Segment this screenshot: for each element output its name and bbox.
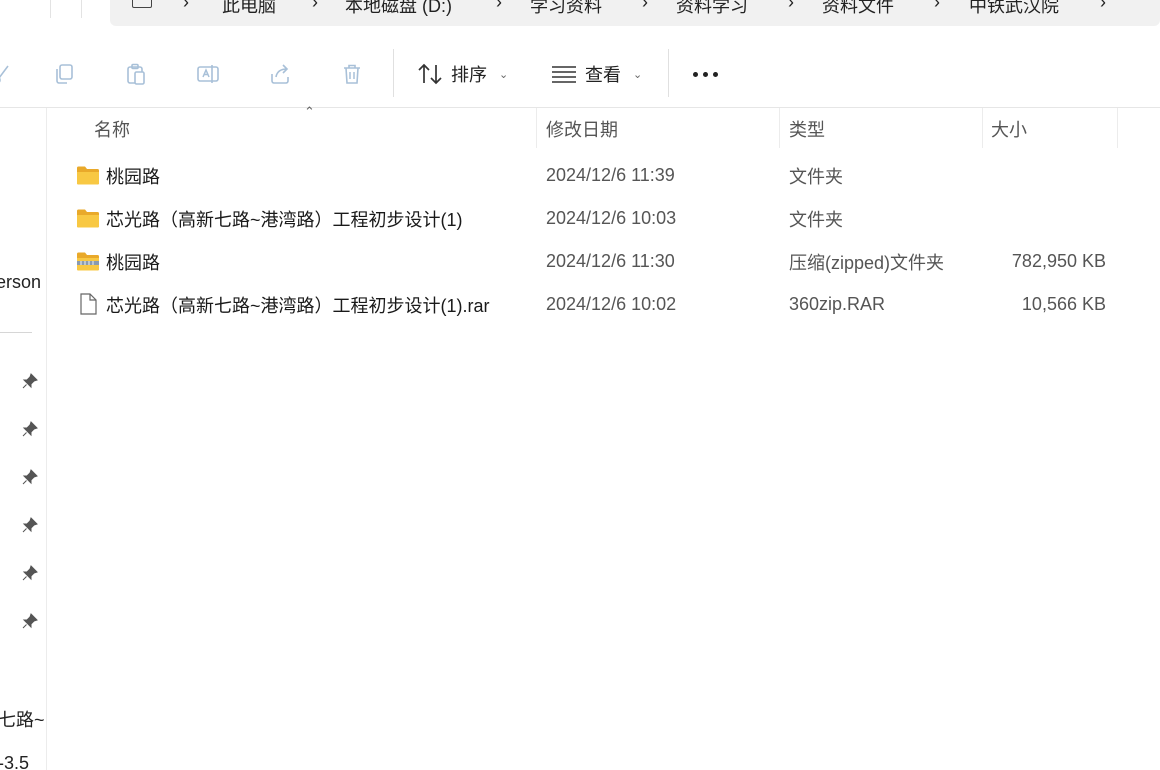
more-dot-icon — [703, 72, 708, 77]
file-size — [946, 154, 1106, 197]
file-size: 10,566 KB — [1021, 294, 1106, 314]
breadcrumb-chevron-icon[interactable]: › — [642, 0, 648, 13]
share-icon[interactable] — [268, 62, 292, 86]
chevron-down-icon: ⌄ — [499, 68, 509, 81]
zip-folder-icon — [77, 252, 99, 271]
toolbar-divider — [393, 49, 394, 97]
file-row[interactable]: 桃园路 2024/12/6 11:30 压缩(zipped)文件夹 782,95… — [60, 240, 1120, 283]
file-icon — [80, 293, 97, 315]
nav-item-label[interactable]: erson — [0, 272, 41, 293]
file-row[interactable]: 芯光路（高新七路~港湾路）工程初步设计(1).rar 2024/12/6 10:… — [60, 283, 1120, 326]
nav-divider — [0, 332, 32, 333]
sort-button[interactable]: 排序 ⌄ — [417, 51, 508, 97]
address-bar: › 此电脑 › 本地磁盘 (D:) › 学习资料 › 资料学习 › 资料文件 ›… — [0, 0, 1160, 36]
pin-icon[interactable] — [22, 421, 38, 437]
command-bar: 排序 ⌄ 查看 ⌄ — [0, 37, 1160, 108]
paste-icon[interactable] — [124, 62, 148, 86]
list-view-icon — [552, 66, 576, 83]
cut-icon[interactable] — [0, 62, 12, 86]
breadcrumb-item[interactable]: 本地磁盘 (D:) — [345, 0, 452, 18]
column-header-date[interactable]: 修改日期 — [546, 110, 618, 148]
file-size: 782,950 KB — [1011, 251, 1106, 271]
navigation-pane: erson 七路~ -3.5 — [0, 108, 47, 770]
breadcrumb-chevron-icon[interactable]: › — [183, 0, 189, 13]
column-divider[interactable] — [982, 108, 983, 148]
toolbar-divider — [668, 49, 669, 97]
folder-icon — [77, 166, 99, 185]
nav-item-label[interactable]: 七路~ — [0, 706, 45, 732]
breadcrumb-chevron-icon[interactable]: › — [934, 0, 940, 13]
file-name: 芯光路（高新七路~港湾路）工程初步设计(1) — [106, 209, 463, 230]
breadcrumb-chevron-icon[interactable]: › — [496, 0, 502, 13]
more-options-button[interactable] — [692, 72, 722, 78]
file-date: 2024/12/6 11:39 — [546, 165, 675, 185]
file-name: 桃园路 — [106, 252, 160, 273]
breadcrumb-chevron-icon[interactable]: › — [312, 0, 318, 13]
sort-icon — [418, 63, 442, 85]
breadcrumb-item[interactable]: 资料文件 — [822, 0, 894, 18]
pin-icon[interactable] — [22, 613, 38, 629]
column-header-name[interactable]: 名称 — [94, 110, 130, 148]
breadcrumb-chevron-icon[interactable]: › — [1100, 0, 1106, 13]
file-name: 桃园路 — [106, 166, 160, 187]
pin-icon[interactable] — [22, 373, 38, 389]
file-type: 压缩(zipped)文件夹 — [789, 252, 945, 273]
more-dot-icon — [693, 72, 698, 77]
column-divider[interactable] — [779, 108, 780, 148]
breadcrumb-item[interactable]: 学习资料 — [530, 0, 602, 18]
pin-icon[interactable] — [22, 469, 38, 485]
sort-label: 排序 — [451, 65, 487, 85]
file-size — [946, 197, 1106, 240]
copy-icon[interactable] — [52, 62, 76, 86]
pin-icon[interactable] — [22, 517, 38, 533]
file-name: 芯光路（高新七路~港湾路）工程初步设计(1).rar — [106, 295, 490, 316]
file-type: 文件夹 — [789, 209, 843, 230]
breadcrumb-chevron-icon[interactable]: › — [788, 0, 794, 13]
file-date: 2024/12/6 10:02 — [546, 294, 677, 314]
chevron-down-icon: ⌄ — [633, 68, 643, 81]
breadcrumb-item[interactable]: 中铁武汉院 — [969, 0, 1059, 18]
folder-icon — [77, 209, 99, 228]
file-type: 文件夹 — [789, 166, 843, 187]
delete-icon[interactable] — [340, 62, 364, 86]
nav-item-label[interactable]: -3.5 — [0, 753, 29, 770]
refresh-button[interactable] — [50, 0, 82, 18]
pin-icon[interactable] — [22, 565, 38, 581]
file-date: 2024/12/6 10:03 — [546, 208, 677, 228]
file-row[interactable]: 桃园路 2024/12/6 11:39 文件夹 — [60, 154, 1120, 197]
breadcrumb-item[interactable]: 此电脑 — [222, 0, 276, 18]
column-header-size[interactable]: 大小 — [991, 110, 1027, 148]
breadcrumb-item[interactable]: 资料学习 — [676, 0, 748, 18]
more-dot-icon — [713, 72, 718, 77]
file-row[interactable]: 芯光路（高新七路~港湾路）工程初步设计(1) 2024/12/6 10:03 文… — [60, 197, 1120, 240]
rename-icon[interactable] — [196, 62, 220, 86]
this-pc-icon[interactable] — [132, 0, 152, 8]
view-button[interactable]: 查看 ⌄ — [551, 51, 642, 97]
file-date: 2024/12/6 11:30 — [546, 251, 675, 271]
view-label: 查看 — [585, 65, 621, 85]
column-divider[interactable] — [1117, 108, 1118, 148]
file-type: 360zip.RAR — [789, 294, 886, 314]
column-divider[interactable] — [536, 108, 537, 148]
sort-ascending-icon: ⌃ — [304, 104, 315, 119]
column-header-type[interactable]: 类型 — [789, 110, 825, 148]
